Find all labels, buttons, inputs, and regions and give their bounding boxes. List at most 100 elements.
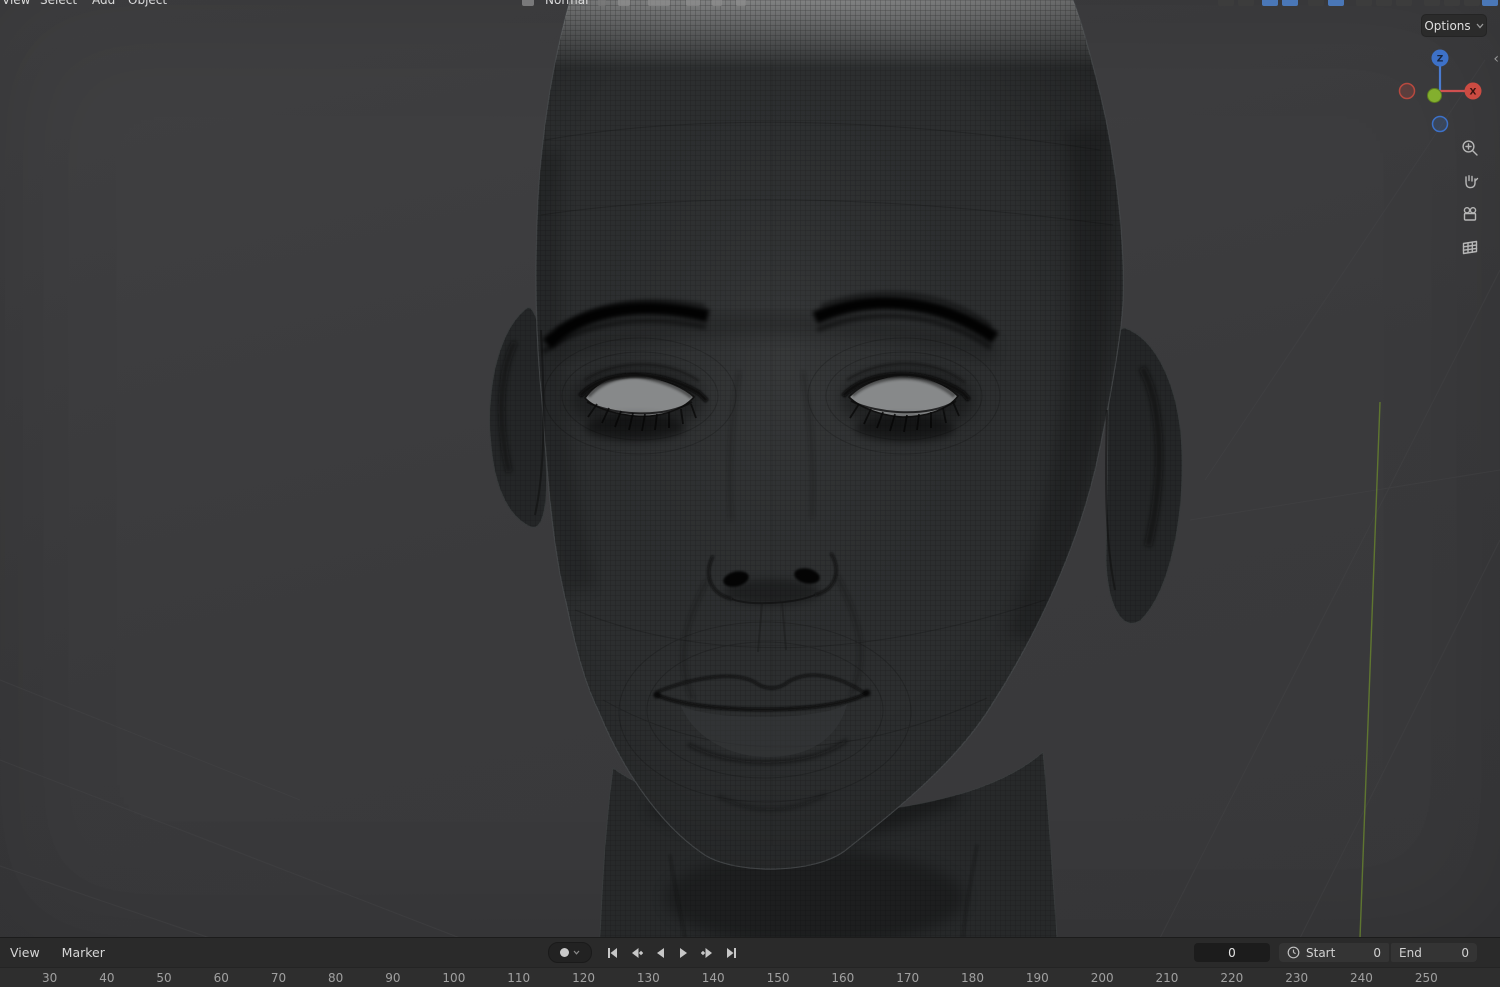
ruler-tick: 30 <box>42 970 58 985</box>
ruler-tick: 180 <box>961 970 984 985</box>
axis-y[interactable] <box>1427 88 1442 103</box>
ruler-tick: 80 <box>328 970 344 985</box>
snap-magnet-icon[interactable] <box>618 0 630 6</box>
ruler-tick: 140 <box>701 970 725 985</box>
end-value: 0 <box>1461 945 1469 960</box>
falloff-icon[interactable] <box>712 0 722 6</box>
chevron-down-icon <box>1476 23 1484 28</box>
rendered-shading-icon[interactable] <box>1376 0 1392 6</box>
toggle-projection-button[interactable] <box>1456 235 1484 259</box>
menu-select[interactable]: Select <box>40 0 77 7</box>
playback-controls <box>548 938 742 967</box>
overlay-dropdown-icon[interactable] <box>1282 0 1298 6</box>
y-axis-line <box>1359 401 1381 938</box>
axis-minus-x[interactable] <box>1398 82 1416 100</box>
auto-keying-button[interactable] <box>548 942 592 963</box>
timeline-editor: View Marker 0 Start 0 End 0 30 40 50 60 … <box>0 937 1500 987</box>
end-frame-field[interactable]: End 0 <box>1391 943 1477 962</box>
x-mirror-icon[interactable] <box>736 0 746 6</box>
timeline-menu-marker[interactable]: Marker <box>62 945 105 960</box>
viewport-nav-tools <box>1456 136 1484 259</box>
viewport-3d[interactable]: View Select Add Object Normal Options Z … <box>0 0 1500 938</box>
pan-button[interactable] <box>1456 169 1484 193</box>
ruler-tick: 190 <box>1025 970 1049 985</box>
play-reverse-button[interactable] <box>649 942 670 964</box>
pan-hand-icon <box>1465 175 1479 189</box>
proportional-editing-icon[interactable] <box>686 0 700 6</box>
ruler-tick: 160 <box>831 970 855 985</box>
previous-keyframe-button[interactable] <box>625 942 646 964</box>
options-label: Options <box>1424 18 1471 33</box>
axis-z-label: Z <box>1437 55 1444 65</box>
ruler-tick: 130 <box>636 970 660 985</box>
play-reverse-icon <box>656 947 664 958</box>
jump-to-end-icon <box>726 947 736 958</box>
ruler-tick: 110 <box>507 970 531 985</box>
camera-view-button[interactable] <box>1456 202 1484 226</box>
end-label: End <box>1399 945 1422 960</box>
viewport-header-clipped: View Select Add Object Normal <box>0 0 1500 8</box>
play-button[interactable] <box>673 942 694 964</box>
shading-dropdown-icon[interactable] <box>1396 0 1412 6</box>
ruler-tick: 60 <box>213 970 229 985</box>
next-keyframe-button[interactable] <box>697 942 718 964</box>
chevron-down-icon <box>598 0 606 6</box>
timeline-menu-view[interactable]: View <box>10 945 40 960</box>
viewport-toggle4-icon[interactable] <box>1482 0 1498 6</box>
menu-object[interactable]: Object <box>128 0 167 7</box>
ruler-tick: 70 <box>270 970 287 985</box>
viewport-toggle-icon[interactable] <box>1424 0 1440 6</box>
ruler-tick: 120 <box>572 970 595 985</box>
start-value: 0 <box>1373 945 1381 960</box>
ruler-tick: 250 <box>1414 970 1438 985</box>
camera-view-icon <box>1463 207 1477 221</box>
ruler-tick: 150 <box>766 970 790 985</box>
next-keyframe-icon <box>700 947 712 958</box>
jump-to-start-icon <box>607 947 617 958</box>
sidebar-collapse-arrow[interactable]: ‹ <box>1493 52 1499 66</box>
toggle-projection-icon <box>1462 240 1478 255</box>
ruler-tick: 170 <box>896 970 920 985</box>
menu-view[interactable]: View <box>2 0 30 7</box>
ruler-tick: 50 <box>156 970 172 985</box>
chevron-down-icon <box>573 950 580 955</box>
snapping-dropdown-icon[interactable] <box>648 0 670 6</box>
start-frame-field[interactable]: Start 0 <box>1279 943 1389 962</box>
material-shading-icon[interactable] <box>1356 0 1372 6</box>
timeline-menus: View Marker <box>10 938 105 967</box>
record-dot-icon <box>560 948 569 957</box>
axis-minus-z[interactable] <box>1431 115 1449 133</box>
orientation-dropdown[interactable]: Normal <box>545 0 588 7</box>
ruler-tick: 220 <box>1220 970 1244 985</box>
show-gizmo-icon[interactable] <box>1218 0 1234 6</box>
axis-x-label: X <box>1470 88 1477 98</box>
ruler-tick: 90 <box>385 970 401 985</box>
timeline-header: View Marker 0 Start 0 End 0 <box>0 938 1500 967</box>
zoom-button[interactable] <box>1456 136 1484 160</box>
viewport-toggle3-icon[interactable] <box>1464 0 1480 6</box>
options-dropdown[interactable]: Options <box>1422 15 1486 36</box>
show-overlays-icon[interactable] <box>1238 0 1254 6</box>
jump-to-start-button[interactable] <box>601 942 622 964</box>
blender-window: View Select Add Object Normal Options Z … <box>0 0 1500 987</box>
ruler-tick: 40 <box>99 970 115 985</box>
ruler-tick: 240 <box>1350 970 1373 985</box>
zoom-icon <box>1462 140 1478 156</box>
viewport-toggle2-icon[interactable] <box>1444 0 1460 6</box>
ruler-tick: 100 <box>442 970 466 985</box>
current-frame-field[interactable]: 0 <box>1194 943 1270 962</box>
start-label: Start <box>1306 945 1336 960</box>
timeline-ruler[interactable]: 30 40 50 60 70 80 90 100 110 120 130 140 150 160 170 18… <box>0 967 1500 987</box>
jump-to-end-button[interactable] <box>721 942 742 964</box>
navigation-gizmo[interactable]: Z X <box>1398 49 1482 133</box>
play-icon <box>679 947 687 958</box>
wireframe-head-model[interactable] <box>485 0 1185 938</box>
ruler-tick: 200 <box>1090 970 1114 985</box>
previous-keyframe-icon <box>631 947 643 958</box>
solid-shading-icon[interactable] <box>1328 0 1344 6</box>
wireframe-shading-icon[interactable] <box>1308 0 1324 6</box>
ruler-tick: 210 <box>1155 970 1179 985</box>
toggle-xray-icon[interactable] <box>1262 0 1278 6</box>
orientation-icon[interactable] <box>522 0 534 6</box>
menu-add[interactable]: Add <box>92 0 115 7</box>
